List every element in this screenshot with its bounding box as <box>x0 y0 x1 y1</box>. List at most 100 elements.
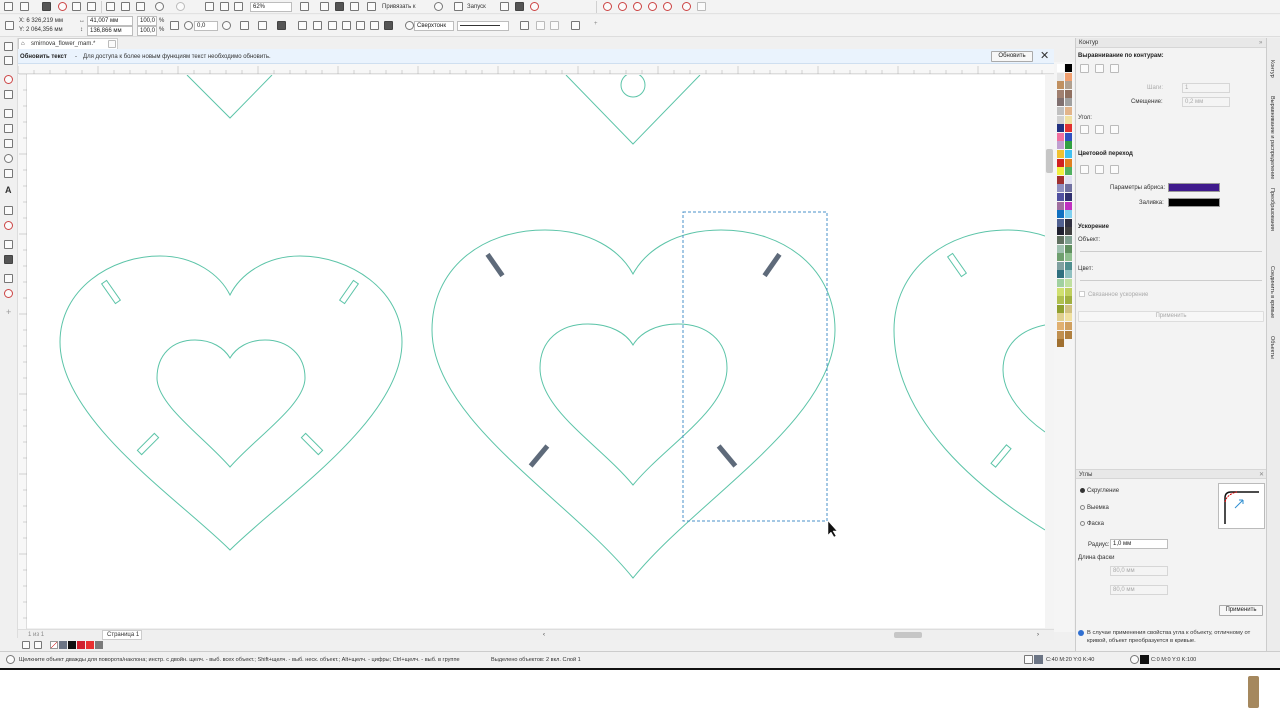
shape-tool-icon[interactable] <box>4 56 13 65</box>
palette-swatch[interactable] <box>1057 81 1064 90</box>
crop-tool-icon[interactable] <box>4 75 13 84</box>
macro-2-icon[interactable] <box>618 2 627 11</box>
pick-tool-icon[interactable] <box>4 42 13 51</box>
undo-icon[interactable] <box>155 2 164 11</box>
palette-swatch[interactable] <box>1057 107 1064 115</box>
line-style-field[interactable] <box>457 21 509 31</box>
vertical-scrollbar[interactable] <box>1045 75 1054 628</box>
palette-swatch[interactable] <box>1065 150 1072 158</box>
options-gear-icon[interactable] <box>434 2 443 11</box>
zoom-level-icon[interactable] <box>234 2 243 11</box>
palette-swatch[interactable] <box>1057 218 1064 227</box>
artistic-media-icon[interactable] <box>4 124 13 133</box>
import-icon[interactable] <box>205 2 214 11</box>
palette-swatch[interactable] <box>1057 210 1064 219</box>
snap-icon[interactable] <box>367 2 376 11</box>
palette-swatch[interactable] <box>1057 339 1064 348</box>
horizontal-ruler[interactable] <box>17 64 1054 74</box>
palette-swatch[interactable] <box>1065 64 1072 72</box>
fill-color-swatch[interactable] <box>1168 198 1220 207</box>
doc-swatch-slate[interactable] <box>59 641 67 649</box>
palette-swatch[interactable] <box>1065 167 1072 176</box>
cloud-icon[interactable] <box>72 2 81 11</box>
palette-swatch[interactable] <box>1065 115 1072 124</box>
document-tab[interactable]: smirnova_flower_mam.* ⌂ <box>18 38 118 49</box>
tab-join-curves[interactable]: Соединить в кривые <box>1269 266 1275 318</box>
palette-swatch[interactable] <box>1065 279 1072 287</box>
new-tab-icon[interactable] <box>108 40 116 48</box>
palette-swatch[interactable] <box>1065 330 1072 339</box>
palette-swatch[interactable] <box>1065 218 1072 227</box>
palette-swatch[interactable] <box>1057 141 1064 150</box>
palette-swatch[interactable] <box>1065 322 1072 330</box>
eyedropper-tool-icon[interactable] <box>4 274 13 283</box>
top-center-heart-fragment[interactable] <box>565 75 701 145</box>
interactive-fill-icon[interactable] <box>4 289 13 298</box>
to-back-icon[interactable] <box>550 21 559 30</box>
macro-3-icon[interactable] <box>633 2 642 11</box>
transparency-tool-icon[interactable] <box>4 255 13 264</box>
text-tool-icon[interactable]: A <box>5 186 12 195</box>
palette-swatch[interactable] <box>1065 296 1072 305</box>
palette-swatch[interactable] <box>1065 175 1072 184</box>
rotation-angle-field[interactable]: 0,0 <box>194 21 218 31</box>
corner-round-icon[interactable] <box>1095 125 1104 134</box>
blend-clockwise-icon[interactable] <box>1095 165 1104 174</box>
left-heart-outer[interactable] <box>59 255 403 551</box>
palette-swatch[interactable] <box>1065 193 1072 201</box>
palette-swatch[interactable] <box>1065 261 1072 270</box>
blend-linear-icon[interactable] <box>1080 165 1089 174</box>
publish-icon[interactable] <box>58 2 67 11</box>
palette-swatch[interactable] <box>1065 184 1072 193</box>
rounding-radio[interactable] <box>1080 488 1085 493</box>
center-heart-slots[interactable] <box>485 252 782 468</box>
simplify-icon[interactable] <box>342 21 351 30</box>
center-heart-inner[interactable] <box>539 323 728 486</box>
macro-5-icon[interactable] <box>663 2 672 11</box>
paste-icon[interactable] <box>136 2 145 11</box>
zoom-level-field[interactable]: 62% <box>250 2 292 12</box>
tab-contour[interactable]: Контур <box>1269 60 1275 78</box>
tab-objects[interactable]: Объекты <box>1269 336 1275 359</box>
vertical-ruler[interactable] <box>18 73 27 629</box>
connector-tool-icon[interactable] <box>4 221 13 230</box>
palette-swatch[interactable] <box>1065 270 1072 279</box>
launch-dropdown[interactable]: Запуск <box>467 3 486 11</box>
palette-swatch[interactable] <box>1065 236 1072 244</box>
palette-swatch[interactable] <box>1057 244 1064 253</box>
palette-swatch[interactable] <box>1057 167 1064 176</box>
contour-apply-button[interactable]: Применить <box>1078 311 1264 322</box>
new-document-icon[interactable] <box>4 2 13 11</box>
center-heart-outer[interactable] <box>431 229 836 579</box>
mirror-v-icon[interactable] <box>258 21 267 30</box>
back-minus-front-icon[interactable] <box>370 21 379 30</box>
palette-swatch[interactable] <box>1057 296 1064 305</box>
y-position[interactable]: Y: 2 064,356 мм <box>19 26 63 34</box>
scroll-right-icon[interactable]: › <box>1037 631 1039 639</box>
blend-counterclockwise-icon[interactable] <box>1110 165 1119 174</box>
freehand-tool-icon[interactable] <box>4 109 13 118</box>
scroll-left-icon[interactable]: ‹ <box>543 631 545 639</box>
palette-swatch[interactable] <box>1065 98 1072 107</box>
weld-icon[interactable] <box>298 21 307 30</box>
scale-y-field[interactable]: 100,0 <box>137 26 157 36</box>
chamfer-a-field[interactable]: 80,0 мм <box>1110 566 1168 576</box>
add-button[interactable]: + <box>594 20 598 28</box>
drawing-canvas[interactable] <box>27 75 1045 628</box>
guidelines-icon[interactable] <box>350 2 359 11</box>
palette-swatch[interactable] <box>1065 124 1072 133</box>
cut-icon[interactable] <box>106 2 115 11</box>
offset-field[interactable]: 0,2 мм <box>1182 97 1230 107</box>
palette-swatch[interactable] <box>1057 132 1064 141</box>
palette-swatch[interactable] <box>1065 81 1072 90</box>
palette-swatch[interactable] <box>1065 287 1072 296</box>
open-icon[interactable] <box>20 2 29 11</box>
palette-swatch[interactable] <box>1057 72 1064 81</box>
left-heart-inner[interactable] <box>156 339 306 468</box>
page-tab[interactable]: Страница 1 <box>102 630 142 640</box>
palette-swatch[interactable] <box>1057 124 1064 133</box>
align-icon[interactable] <box>571 21 580 30</box>
contour-to-center-icon[interactable] <box>1080 64 1089 73</box>
scale-x-field[interactable]: 100,0 <box>137 16 157 26</box>
palette-swatch[interactable] <box>1057 322 1064 330</box>
